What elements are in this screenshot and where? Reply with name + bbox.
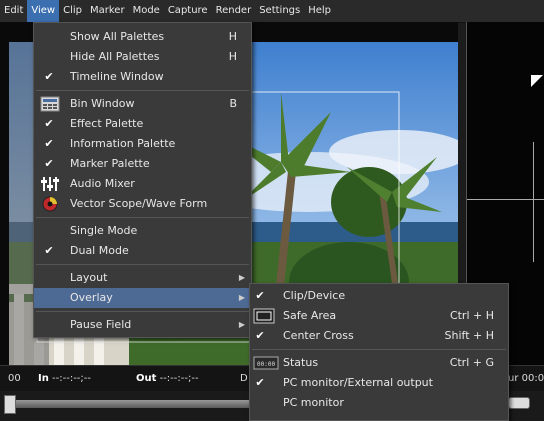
duration-right: ur 00:0: [508, 373, 544, 384]
overlay-submenu: ✔ Clip/Device Safe Area Ctrl + H ✔ Cente…: [249, 283, 509, 421]
menu-item-center-cross[interactable]: ✔ Center Cross Shift + H: [250, 326, 508, 346]
menu-item-shortcut: H: [228, 50, 237, 63]
submenu-arrow-icon: ▶: [238, 293, 245, 302]
menu-marker[interactable]: Marker: [86, 0, 129, 22]
menu-help[interactable]: Help: [304, 0, 335, 22]
menu-item-label: Information Palette: [70, 137, 176, 150]
menu-item-label: Layout: [70, 271, 108, 284]
menu-item-hide-all-palettes[interactable]: Hide All Palettes H: [34, 47, 251, 67]
menu-item-layout[interactable]: Layout ▶: [34, 268, 251, 288]
menu-separator: [252, 349, 506, 350]
menu-item-label: Audio Mixer: [70, 177, 135, 190]
checkmark-icon: ✔: [44, 157, 54, 170]
menu-item-shortcut: Shift + H: [444, 329, 494, 342]
submenu-arrow-icon: ▶: [238, 273, 245, 282]
menu-item-label: Safe Area: [283, 309, 337, 322]
menu-item-label: Status: [283, 356, 319, 369]
menu-item-label: Overlay: [70, 291, 113, 304]
menu-item-label: Pause Field: [70, 318, 132, 331]
checkmark-icon: ✔: [255, 376, 265, 389]
menu-item-single-mode[interactable]: Single Mode: [34, 221, 251, 241]
menu-item-pc-monitor-external[interactable]: ✔ PC monitor/External output: [250, 373, 508, 393]
safe-area-icon: [253, 308, 275, 324]
menu-item-label: PC monitor: [283, 396, 344, 409]
checkmark-icon: ✔: [44, 137, 54, 150]
menu-capture[interactable]: Capture: [164, 0, 212, 22]
menu-separator: [36, 217, 249, 218]
out-point-display[interactable]: Out --:--:--;--: [136, 373, 199, 384]
view-menu: Show All Palettes H Hide All Palettes H …: [33, 22, 252, 338]
menu-item-information-palette[interactable]: ✔ Information Palette: [34, 134, 251, 154]
menu-item-label: Show All Palettes: [70, 30, 165, 43]
checkmark-icon: ✔: [255, 329, 265, 342]
menu-item-label: Effect Palette: [70, 117, 144, 130]
menu-bar: Edit View Clip Marker Mode Capture Rende…: [0, 0, 544, 23]
menu-item-shortcut: B: [229, 97, 237, 110]
menu-item-label: Hide All Palettes: [70, 50, 160, 63]
in-timecode: --:--:--;--: [52, 373, 92, 384]
corner-marker-icon: [531, 75, 543, 87]
menu-item-label: Clip/Device: [283, 289, 346, 302]
checkmark-icon: ✔: [255, 289, 265, 302]
menu-item-safe-area[interactable]: Safe Area Ctrl + H: [250, 306, 508, 326]
menu-item-label: Dual Mode: [70, 244, 129, 257]
menu-item-label: Marker Palette: [70, 157, 150, 170]
status-icon: 00:00: [253, 355, 279, 371]
menu-item-label: PC monitor/External output: [283, 376, 433, 389]
menu-item-pc-monitor[interactable]: PC monitor: [250, 393, 508, 413]
menu-edit[interactable]: Edit: [0, 0, 27, 22]
in-point-display[interactable]: In --:--:--;--: [38, 373, 91, 384]
menu-item-label: Bin Window: [70, 97, 135, 110]
menu-settings[interactable]: Settings: [255, 0, 304, 22]
checkmark-icon: ✔: [44, 244, 54, 257]
menu-item-audio-mixer[interactable]: Audio Mixer: [34, 174, 251, 194]
menu-item-shortcut: H: [228, 30, 237, 43]
menu-view[interactable]: View: [27, 0, 60, 22]
slider-left-handle[interactable]: [4, 395, 16, 414]
menu-separator: [36, 264, 249, 265]
menu-item-effect-palette[interactable]: ✔ Effect Palette: [34, 114, 251, 134]
menu-separator: [36, 311, 249, 312]
menu-item-timeline-window[interactable]: ✔ Timeline Window: [34, 67, 251, 87]
submenu-arrow-icon: ▶: [238, 320, 245, 329]
menu-separator: [36, 90, 249, 91]
menu-item-vector-scope[interactable]: Vector Scope/Wave Form: [34, 194, 251, 214]
menu-render[interactable]: Render: [212, 0, 256, 22]
menu-item-label: Vector Scope/Wave Form: [70, 197, 208, 210]
slider-right-handle[interactable]: [508, 397, 530, 409]
menu-item-shortcut: Ctrl + H: [449, 309, 494, 322]
vector-scope-icon: [40, 196, 60, 212]
menu-item-shortcut: Ctrl + G: [449, 356, 494, 369]
duration-label: D: [240, 373, 248, 384]
out-timecode: --:--:--;--: [159, 373, 199, 384]
menu-item-label: Timeline Window: [70, 70, 164, 83]
menu-mode[interactable]: Mode: [129, 0, 164, 22]
timecode-left: 00: [8, 373, 21, 384]
menu-item-label: Center Cross: [283, 329, 354, 342]
menu-item-overlay[interactable]: Overlay ▶: [34, 288, 251, 308]
center-cross-vertical: [533, 142, 534, 262]
in-label: In: [38, 373, 49, 384]
menu-item-label: Single Mode: [70, 224, 138, 237]
menu-clip[interactable]: Clip: [59, 0, 86, 22]
audio-mixer-icon: [40, 176, 60, 192]
bin-window-icon: [40, 96, 60, 112]
svg-text:00:00: 00:00: [257, 361, 275, 368]
menu-item-dual-mode[interactable]: ✔ Dual Mode: [34, 241, 251, 261]
out-label: Out: [136, 373, 157, 384]
menu-item-show-all-palettes[interactable]: Show All Palettes H: [34, 27, 251, 47]
menu-item-clip-device[interactable]: ✔ Clip/Device: [250, 286, 508, 306]
checkmark-icon: ✔: [44, 117, 54, 130]
menu-item-pause-field[interactable]: Pause Field ▶: [34, 315, 251, 335]
menu-item-status[interactable]: 00:00 Status Ctrl + G: [250, 353, 508, 373]
menu-item-marker-palette[interactable]: ✔ Marker Palette: [34, 154, 251, 174]
menu-item-bin-window[interactable]: Bin Window B: [34, 94, 251, 114]
checkmark-icon: ✔: [44, 70, 54, 83]
